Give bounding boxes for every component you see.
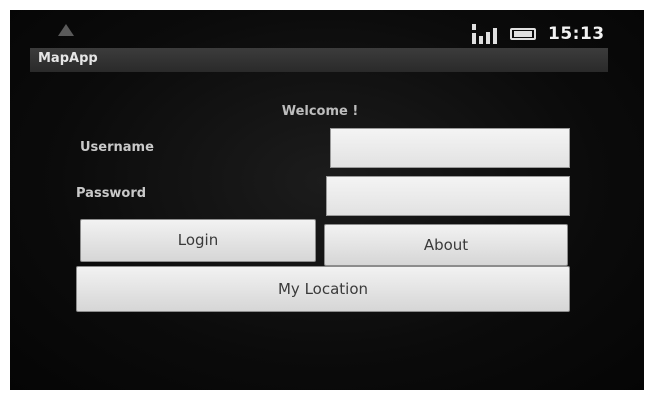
about-button[interactable]: About bbox=[324, 224, 568, 266]
app-title: MapApp bbox=[38, 51, 98, 66]
signal-icon bbox=[472, 24, 497, 44]
status-bar: 15:13 bbox=[32, 22, 607, 48]
password-input[interactable] bbox=[326, 176, 570, 216]
app-title-bar: MapApp bbox=[30, 48, 608, 72]
login-button[interactable]: Login bbox=[80, 219, 316, 262]
about-button-label: About bbox=[423, 236, 469, 254]
status-clock: 15:13 bbox=[548, 24, 605, 44]
username-label: Username bbox=[80, 140, 154, 155]
username-input[interactable] bbox=[330, 128, 570, 168]
password-label: Password bbox=[76, 186, 147, 201]
my-location-button[interactable]: My Location bbox=[76, 266, 570, 312]
welcome-text: Welcome ! bbox=[281, 104, 359, 119]
notification-icon bbox=[58, 24, 74, 36]
login-button-label: Login bbox=[177, 231, 219, 249]
my-location-button-label: My Location bbox=[277, 280, 369, 298]
battery-icon bbox=[510, 28, 536, 40]
